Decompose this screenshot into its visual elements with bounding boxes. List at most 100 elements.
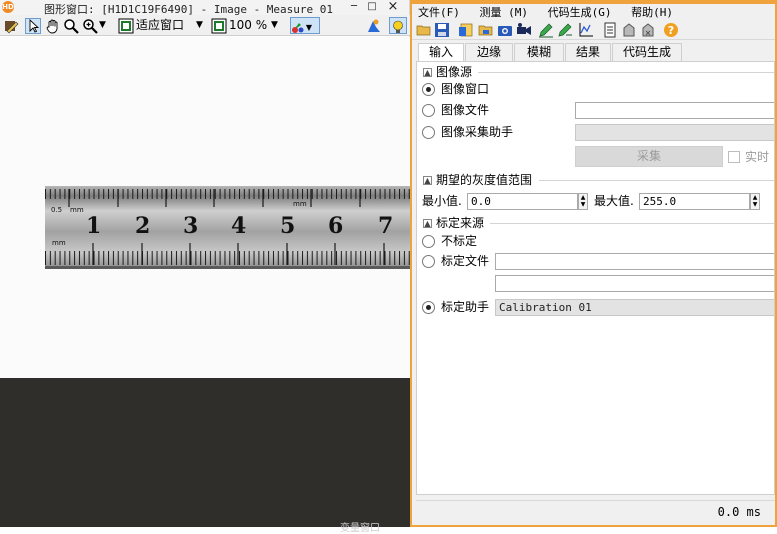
- realtime-checkbox[interactable]: [728, 151, 740, 163]
- graphics-window: HD 图形窗口: [H1D1C19F6490] - Image - Measur…: [0, 0, 410, 534]
- calibration-section-header[interactable]: ▲ 标定来源: [423, 215, 484, 231]
- tab-edges[interactable]: 边缘: [465, 43, 513, 61]
- radio-calibration-assistant[interactable]: [422, 301, 435, 314]
- min-value-input[interactable]: 0.0: [467, 193, 578, 210]
- tab-results[interactable]: 结果: [565, 43, 611, 61]
- insert-code-icon[interactable]: [621, 22, 637, 38]
- menu-bar: 文件(F) 测量 (M) 代码生成(G) 帮助(H): [412, 4, 775, 20]
- ruler-number: 1: [86, 213, 102, 239]
- image-source-title: 图像源: [436, 65, 473, 79]
- maximize-button[interactable]: □: [363, 0, 381, 15]
- edit-pen-green-icon[interactable]: [538, 22, 554, 38]
- halcon-app-icon: HD: [2, 1, 14, 13]
- color-settings-icon[interactable]: ▼: [290, 17, 320, 34]
- label-no-calibration: 不标定: [441, 234, 478, 248]
- select-pointer-icon[interactable]: [25, 17, 41, 34]
- fit-window-label[interactable]: 适应窗口: [136, 17, 184, 34]
- label-image-window: 图像窗口: [441, 82, 490, 96]
- input-panel: ▲ 图像源 图像窗口 图像文件 图像采集助手 采集 实时 ▲ 期望的灰度值范围 最小…: [416, 61, 775, 495]
- measure-toolbar: ?: [412, 20, 775, 40]
- ruler-label-mm-top: mm: [70, 206, 84, 214]
- execution-time: 0.0 ms: [717, 505, 761, 519]
- ruler-number: 3: [183, 213, 199, 239]
- zoom-percent-icon[interactable]: [211, 17, 227, 34]
- collapse-icon[interactable]: ▲: [423, 219, 432, 228]
- calibration-title: 标定来源: [436, 216, 485, 230]
- lightbulb-icon[interactable]: [389, 17, 407, 34]
- zoom-percent-dropdown-arrow-icon[interactable]: ▼: [271, 17, 278, 34]
- image-source-section-header[interactable]: ▲ 图像源: [423, 64, 472, 80]
- tab-codegen[interactable]: 代码生成: [612, 43, 682, 61]
- camera-icon[interactable]: [497, 22, 513, 38]
- ruler-label-mm-mid: mm: [293, 200, 307, 208]
- edit-pen-icon[interactable]: [557, 22, 573, 38]
- delete-code-icon[interactable]: [640, 22, 656, 38]
- status-bar: 0.0 ms: [416, 500, 775, 523]
- section-divider: [490, 223, 774, 224]
- min-value-spinner[interactable]: ▲ ▼: [578, 193, 588, 210]
- ruler-label-05: 0.5: [51, 206, 63, 214]
- realtime-label: 实时: [745, 150, 770, 164]
- zoom-percent-label[interactable]: 100 %: [229, 17, 267, 34]
- draw-tool-icon[interactable]: [3, 17, 19, 34]
- min-value-label: 最小值.: [422, 194, 462, 208]
- radio-no-calibration[interactable]: [422, 235, 435, 248]
- minimize-button[interactable]: ─: [345, 0, 363, 15]
- image-canvas[interactable]: 0.5 mm mm mm 1 2 3 4 5 6 7: [0, 37, 410, 378]
- radio-calibration-file[interactable]: [422, 255, 435, 268]
- ruler-number: 7: [378, 213, 394, 239]
- label-image-acquisition: 图像采集助手: [441, 125, 514, 139]
- svg-text:?: ?: [668, 24, 674, 37]
- gray-range-title: 期望的灰度值范围: [436, 173, 533, 187]
- folder-image-icon[interactable]: [478, 22, 494, 38]
- menu-file[interactable]: 文件(F): [418, 6, 460, 19]
- menu-help[interactable]: 帮助(H): [631, 6, 673, 19]
- pixel-info-icon[interactable]: [366, 17, 382, 34]
- image-file-input[interactable]: [575, 102, 774, 119]
- label-calibration-file: 标定文件: [441, 254, 490, 268]
- label-image-file: 图像文件: [441, 103, 490, 117]
- ruler-number: 5: [280, 213, 296, 239]
- magnifier-icon[interactable]: [63, 17, 79, 34]
- radio-image-file[interactable]: [422, 104, 435, 117]
- gray-range-section-header[interactable]: ▲ 期望的灰度值范围: [423, 172, 532, 188]
- max-value-spinner[interactable]: ▲ ▼: [750, 193, 760, 210]
- acquire-button[interactable]: 采集: [575, 146, 723, 167]
- document-icon[interactable]: [602, 22, 618, 38]
- video-camera-icon[interactable]: [516, 22, 532, 38]
- menu-measure[interactable]: 测量 (M): [480, 6, 529, 19]
- zoom-dropdown-arrow-icon[interactable]: ▼: [99, 17, 106, 34]
- close-button[interactable]: ×: [384, 0, 402, 15]
- ruler-number: 2: [135, 213, 151, 239]
- tab-fuzzy[interactable]: 模糊: [514, 43, 564, 61]
- label-calibration-assistant: 标定助手: [441, 300, 490, 314]
- ruler-number: 6: [328, 213, 344, 239]
- calibration-assistant-select[interactable]: Calibration 01: [495, 299, 774, 316]
- profile-plot-icon[interactable]: [578, 22, 594, 38]
- empty-dark-area: [0, 378, 410, 527]
- collapse-icon[interactable]: ▲: [423, 176, 432, 185]
- radio-image-window[interactable]: [422, 83, 435, 96]
- acquisition-field: [575, 124, 774, 141]
- zoom-in-icon[interactable]: [82, 17, 98, 34]
- fit-window-icon[interactable]: [118, 17, 134, 34]
- section-divider: [478, 72, 774, 73]
- measure-assistant-window: 文件(F) 测量 (M) 代码生成(G) 帮助(H) ? 输入 边缘 模糊 结果…: [410, 0, 777, 527]
- calibration-file-input-2[interactable]: [495, 275, 774, 292]
- fit-dropdown-arrow-icon[interactable]: ▼: [196, 17, 203, 34]
- calibration-file-input[interactable]: [495, 253, 774, 270]
- radio-image-acquisition[interactable]: [422, 126, 435, 139]
- ruler-number: 4: [231, 213, 247, 239]
- graphics-window-titlebar: HD 图形窗口: [H1D1C19F6490] - Image - Measur…: [0, 0, 409, 16]
- max-value-label: 最大值.: [594, 194, 634, 208]
- menu-codegen[interactable]: 代码生成(G): [548, 6, 612, 19]
- hand-pan-icon[interactable]: [45, 17, 61, 34]
- collapse-icon[interactable]: ▲: [423, 68, 432, 77]
- open-folder-icon[interactable]: [416, 22, 432, 38]
- load-image-icon[interactable]: [458, 22, 474, 38]
- help-question-icon[interactable]: ?: [663, 22, 679, 38]
- tab-input[interactable]: 输入: [418, 43, 464, 62]
- save-disk-icon[interactable]: [434, 22, 450, 38]
- graphics-toolbar: ▼ 适应窗口 ▼ 100 % ▼ ▼: [0, 15, 410, 36]
- max-value-input[interactable]: 255.0: [639, 193, 750, 210]
